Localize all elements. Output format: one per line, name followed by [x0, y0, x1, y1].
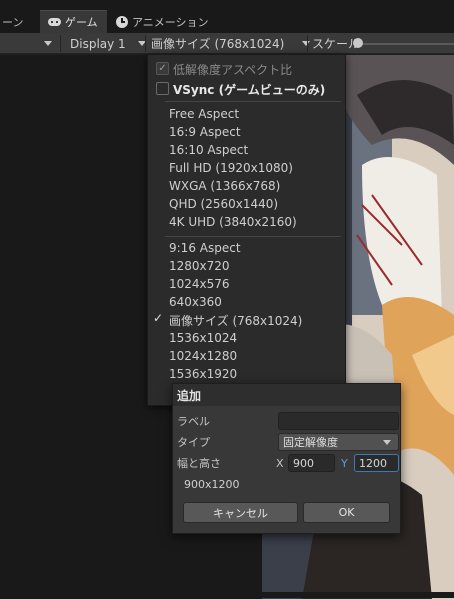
- menu-item-label: Full HD (1920x1080): [169, 161, 293, 175]
- add-resolution-popup: 追加 ラベル タイプ 固定解像度 幅と高さ X 900 Y 1200 900x1…: [172, 383, 401, 534]
- menu-item-label: 画像サイズ (768x1024): [169, 313, 303, 328]
- menu-item-label: 1024x1280: [169, 349, 238, 363]
- tab-game[interactable]: ゲーム: [40, 10, 107, 33]
- menu-item-16-10[interactable]: 16:10 Aspect: [148, 141, 345, 159]
- menu-divider: [165, 236, 341, 237]
- menu-item-label: 16:10 Aspect: [169, 143, 249, 157]
- chevron-down-icon: [44, 41, 52, 46]
- tab-scene-label: ーン: [2, 15, 24, 29]
- toolbar-divider: [60, 35, 61, 52]
- menu-item-label: QHD (2560x1440): [169, 197, 279, 211]
- resolution-dropdown[interactable]: 画像サイズ (768x1024): [151, 33, 311, 54]
- menu-divider: [165, 101, 341, 102]
- label-field-label: ラベル: [177, 415, 210, 428]
- menu-item-label: 4K UHD (3840x2160): [169, 215, 297, 229]
- menu-item-label: WXGA (1366x768): [169, 179, 281, 193]
- menu-item-1280x720[interactable]: 1280x720: [148, 257, 345, 275]
- tab-scene[interactable]: ーン: [0, 10, 30, 33]
- toolbar-divider: [145, 35, 146, 52]
- tab-animation-label: アニメーション: [132, 15, 209, 29]
- label-input[interactable]: [278, 412, 399, 430]
- display-dropdown[interactable]: Display 1: [70, 33, 146, 54]
- menu-item-label: 1536x1024: [169, 331, 238, 345]
- menu-item-free-aspect[interactable]: Free Aspect: [148, 105, 345, 123]
- menu-item-4k-uhd[interactable]: 4K UHD (3840x2160): [148, 213, 345, 231]
- display-label: Display 1: [70, 36, 126, 51]
- menu-item-vsync-label: VSync (ゲームビューのみ): [173, 82, 326, 97]
- type-select[interactable]: 固定解像度: [278, 433, 399, 451]
- menu-item-label: 1280x720: [169, 259, 230, 273]
- x-axis-label: X: [276, 456, 284, 470]
- menu-item-wxga[interactable]: WXGA (1366x768): [148, 177, 345, 195]
- menu-item-aspect[interactable]: ✓ 低解像度アスペクト比: [148, 60, 345, 78]
- tab-bar: ーン ゲーム アニメーション: [0, 0, 454, 33]
- gamepad-icon: [48, 18, 61, 26]
- ok-button[interactable]: OK: [303, 502, 390, 523]
- menu-item-aspect-label: 低解像度アスペクト比: [173, 62, 293, 77]
- menu-item-1536x1024[interactable]: 1536x1024: [148, 329, 345, 347]
- width-input[interactable]: 900: [288, 454, 335, 472]
- popup-title: 追加: [173, 384, 400, 406]
- size-field-label: 幅と高さ: [177, 457, 221, 470]
- menu-item-16-9[interactable]: 16:9 Aspect: [148, 123, 345, 141]
- game-toolbar: Display 1 画像サイズ (768x1024) スケール: [0, 33, 454, 54]
- type-field-label: タイプ: [177, 436, 210, 449]
- menu-item-label: Free Aspect: [169, 107, 240, 121]
- height-input[interactable]: 1200: [354, 454, 399, 472]
- tab-game-label: ゲーム: [65, 16, 98, 29]
- checkmark-icon: ✓: [153, 311, 164, 325]
- cancel-button[interactable]: キャンセル: [183, 502, 298, 523]
- menu-item-1536x1920[interactable]: 1536x1920: [148, 365, 345, 383]
- resolution-menu: ✓ 低解像度アスペクト比 VSync (ゲームビューのみ) Free Aspec…: [147, 54, 346, 406]
- type-select-value: 固定解像度: [283, 436, 338, 449]
- clock-icon: [116, 15, 128, 28]
- menu-item-1024x1280[interactable]: 1024x1280: [148, 347, 345, 365]
- y-axis-label: Y: [341, 456, 348, 470]
- menu-item-vsync[interactable]: VSync (ゲームビューのみ): [148, 80, 345, 98]
- menu-item-640x360[interactable]: 640x360: [148, 293, 345, 311]
- menu-item-qhd[interactable]: QHD (2560x1440): [148, 195, 345, 213]
- size-preview: 900x1200: [184, 478, 240, 491]
- menu-item-label: 1024x576: [169, 277, 230, 291]
- toolbar-dropdown-left[interactable]: [44, 33, 52, 54]
- menu-item-label: 9:16 Aspect: [169, 241, 241, 255]
- checkbox-aspect[interactable]: ✓: [156, 62, 169, 75]
- menu-item-label: 16:9 Aspect: [169, 125, 241, 139]
- checkbox-vsync[interactable]: [156, 82, 169, 95]
- menu-item-9-16[interactable]: 9:16 Aspect: [148, 239, 345, 257]
- menu-item-1024x576[interactable]: 1024x576: [148, 275, 345, 293]
- menu-item-image-size[interactable]: ✓ 画像サイズ (768x1024): [148, 311, 345, 329]
- menu-item-full-hd[interactable]: Full HD (1920x1080): [148, 159, 345, 177]
- tab-animation[interactable]: アニメーション: [110, 10, 230, 33]
- resolution-label: 画像サイズ (768x1024): [151, 37, 285, 51]
- menu-item-label: 640x360: [169, 295, 222, 309]
- scale-slider-track[interactable]: [356, 43, 454, 45]
- menu-item-label: 1536x1920: [169, 367, 238, 381]
- chevron-down-icon: [383, 440, 391, 445]
- scale-slider-handle[interactable]: [353, 38, 363, 48]
- toolbar-divider: [307, 35, 308, 52]
